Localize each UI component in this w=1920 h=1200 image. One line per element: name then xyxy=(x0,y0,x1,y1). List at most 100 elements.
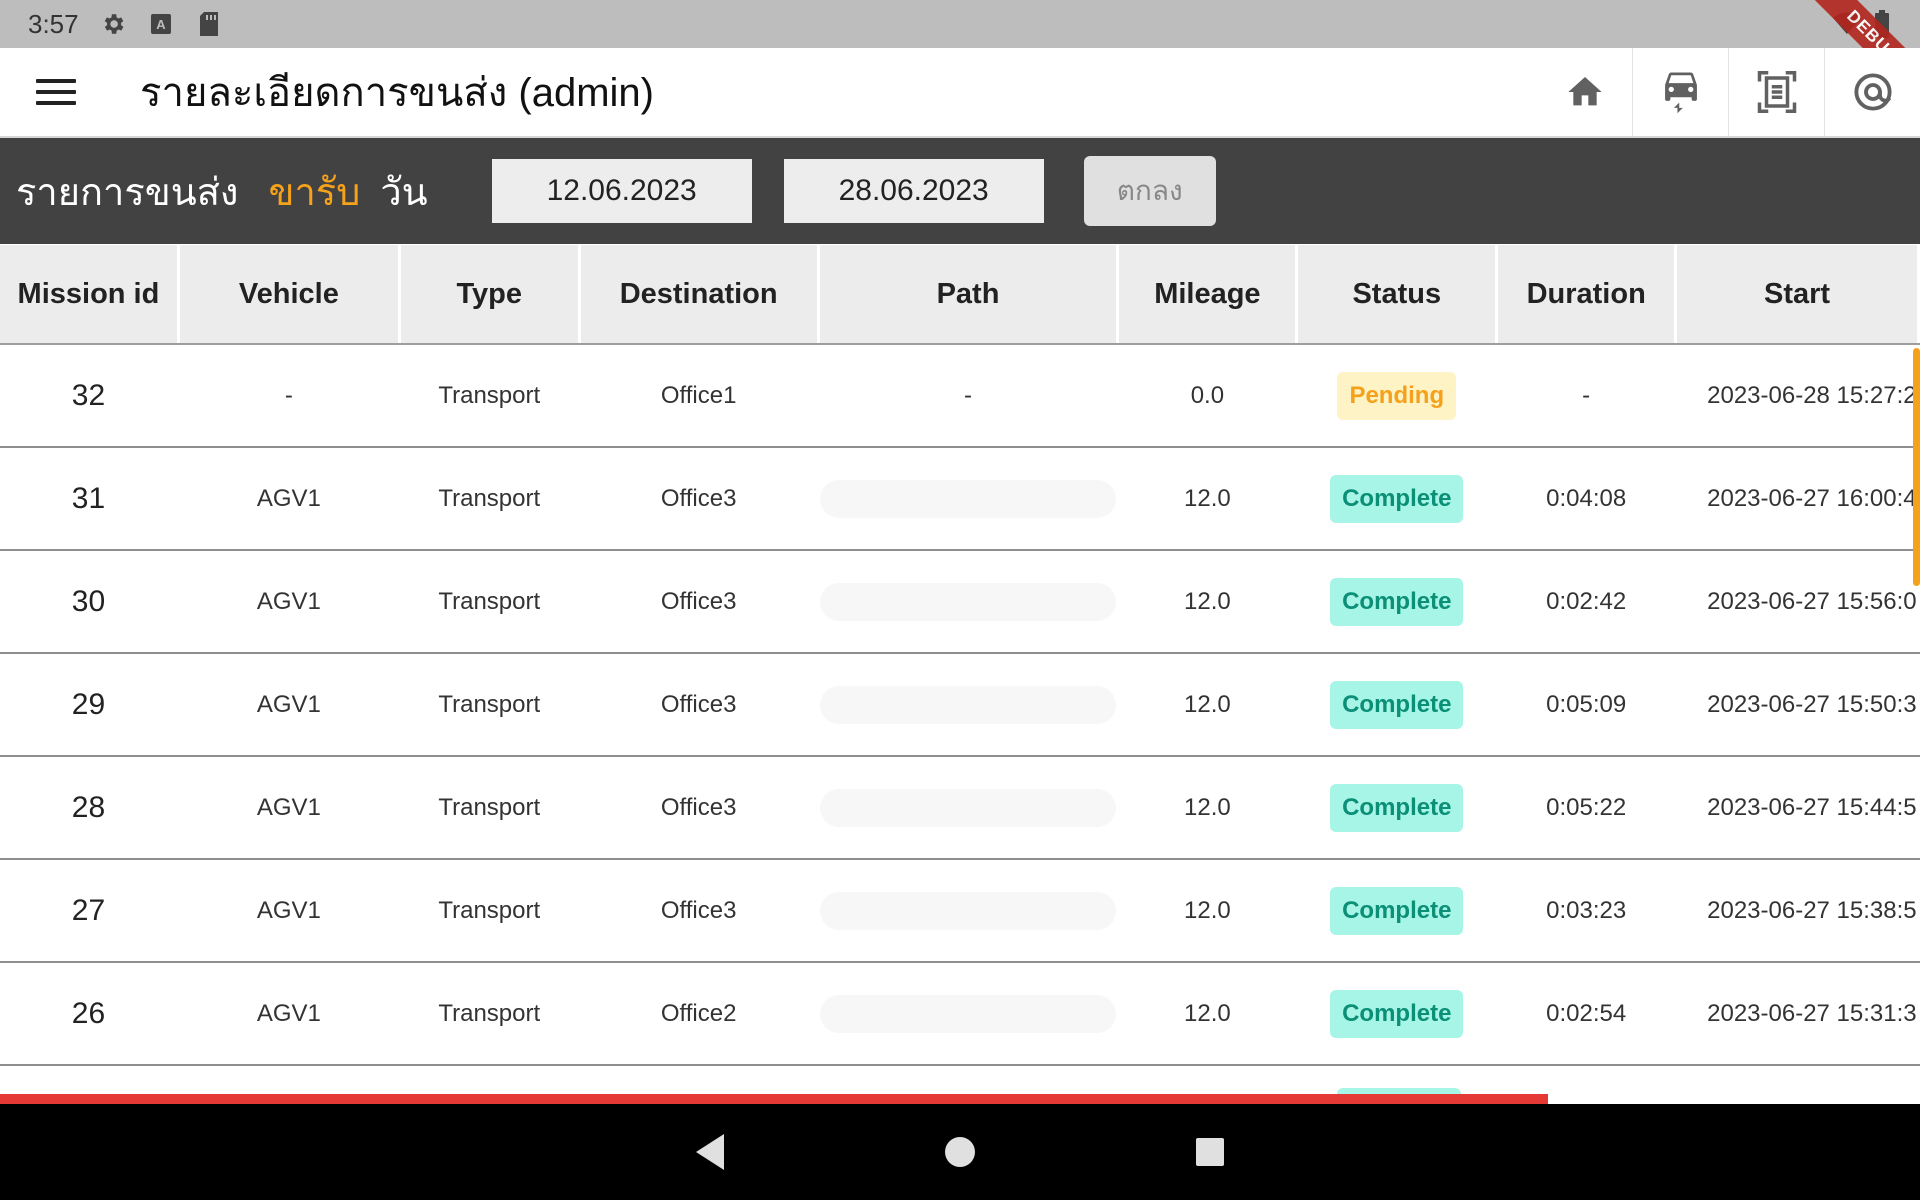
at-sign-icon[interactable] xyxy=(1824,48,1920,136)
table-row[interactable]: 27 AGV1 Transport Office3 12.0 Complete … xyxy=(0,860,1920,963)
cell-path xyxy=(819,860,1117,961)
horizontal-scrollbar[interactable] xyxy=(0,1094,1548,1104)
header-path[interactable]: Path xyxy=(819,245,1117,343)
cell-duration: 0:02:54 xyxy=(1546,999,1627,1027)
header-type[interactable]: Type xyxy=(400,245,578,343)
cell-mileage: 12.0 xyxy=(1184,793,1231,821)
table-row[interactable]: 31 AGV1 Transport Office3 12.0 Complete … xyxy=(0,448,1920,551)
header-status[interactable]: Status xyxy=(1298,245,1496,343)
missions-table: Mission id Vehicle Type Destination Path… xyxy=(0,245,1920,1066)
cell-type: Transport xyxy=(438,896,541,924)
path-preview xyxy=(819,891,1117,930)
cell-path xyxy=(819,551,1117,652)
cell-duration: 0:02:42 xyxy=(1546,587,1627,615)
cell-vehicle: AGV1 xyxy=(256,690,321,718)
path-preview xyxy=(819,582,1117,621)
cell-mission-id: 28 xyxy=(71,790,106,824)
cell-duration: 0:05:22 xyxy=(1546,793,1627,821)
home-icon[interactable] xyxy=(1537,48,1632,136)
page-title: รายละเอียดการขนส่ง (admin) xyxy=(140,71,654,115)
cell-mission-id: 29 xyxy=(71,687,106,721)
svg-text:A: A xyxy=(156,17,166,32)
cell-status: Complete xyxy=(1298,551,1495,652)
cell-destination: Office1 xyxy=(660,381,737,409)
cell-destination: Office2 xyxy=(660,999,737,1027)
ok-button[interactable]: ตกลง xyxy=(1083,156,1216,226)
cell-duration: 0:04:08 xyxy=(1546,484,1627,512)
cell-mission-id: 32 xyxy=(71,378,106,412)
table-row[interactable]: 32 - Transport Office1 - 0.0 Pending - 2… xyxy=(0,345,1920,448)
cell-path xyxy=(819,448,1117,549)
header-duration[interactable]: Duration xyxy=(1498,245,1675,343)
car-icon[interactable] xyxy=(1632,48,1728,136)
cell-mission-id: 26 xyxy=(71,996,106,1030)
cell-vehicle: AGV1 xyxy=(256,484,321,512)
cell-status: Complete xyxy=(1298,448,1495,549)
start-date-field[interactable]: 12.06.2023 xyxy=(491,159,752,223)
header-start[interactable]: Start xyxy=(1677,245,1917,343)
header-mileage[interactable]: Mileage xyxy=(1119,245,1296,343)
navigation-bar xyxy=(0,1104,1920,1200)
cell-destination: Office3 xyxy=(660,587,737,615)
cell-mileage: 12.0 xyxy=(1184,999,1231,1027)
a-box-icon: A xyxy=(147,10,175,38)
table-row[interactable]: 26 AGV1 Transport Office2 12.0 Complete … xyxy=(0,963,1920,1066)
status-badge: Complete xyxy=(1330,783,1464,832)
cell-start: 2023-06-27 15:38:56 xyxy=(1707,896,1918,924)
app-bar: รายละเอียดการขนส่ง (admin) xyxy=(0,48,1920,138)
cell-destination: Office3 xyxy=(660,896,737,924)
cell-vehicle: AGV1 xyxy=(256,896,321,924)
menu-icon[interactable] xyxy=(36,72,76,112)
cell-start: 2023-06-27 15:31:35 xyxy=(1707,999,1918,1027)
cell-mission-id: 27 xyxy=(71,893,106,927)
cell-mileage: 12.0 xyxy=(1184,690,1231,718)
cell-destination: Office3 xyxy=(660,793,737,821)
cell-path xyxy=(819,757,1117,858)
path-preview xyxy=(819,685,1117,724)
cell-path xyxy=(819,654,1117,755)
cell-mileage: 12.0 xyxy=(1184,484,1231,512)
cell-start: 2023-06-27 15:44:58 xyxy=(1707,793,1918,821)
table-row[interactable]: 30 AGV1 Transport Office3 12.0 Complete … xyxy=(0,551,1920,654)
filter-accent-label[interactable]: ขารับ xyxy=(268,161,360,222)
cell-duration: 0:05:09 xyxy=(1546,690,1627,718)
cell-start: 2023-06-28 15:27:29 xyxy=(1707,381,1918,409)
cell-path: - xyxy=(964,381,972,409)
end-date-field[interactable]: 28.06.2023 xyxy=(783,159,1044,223)
header-vehicle[interactable]: Vehicle xyxy=(179,245,398,343)
document-scan-icon[interactable] xyxy=(1728,48,1824,136)
cell-type: Transport xyxy=(438,381,541,409)
cell-path xyxy=(819,963,1117,1064)
cell-vehicle: AGV1 xyxy=(256,999,321,1027)
filter-day-label: วัน xyxy=(380,171,428,214)
table-row[interactable]: 29 AGV1 Transport Office3 12.0 Complete … xyxy=(0,654,1920,757)
cell-status: Complete xyxy=(1298,654,1495,755)
header-destination[interactable]: Destination xyxy=(580,245,817,343)
recents-icon[interactable] xyxy=(1180,1122,1240,1182)
cell-destination: Office3 xyxy=(660,690,737,718)
home-circle-icon[interactable] xyxy=(930,1122,990,1182)
header-mission-id[interactable]: Mission id xyxy=(0,245,177,343)
vertical-scrollbar[interactable] xyxy=(1913,348,1920,586)
cell-type: Transport xyxy=(438,587,541,615)
status-bar: 3:57 A DEBUG xyxy=(0,0,1920,115)
cell-start: 2023-06-27 15:56:09 xyxy=(1707,587,1918,615)
path-preview xyxy=(819,479,1117,518)
status-badge: Complete xyxy=(1330,680,1464,729)
status-badge: Pending xyxy=(1337,371,1457,420)
status-badge: Complete xyxy=(1330,474,1464,523)
cell-start: 2023-06-27 16:00:45 xyxy=(1707,484,1918,512)
cell-start: 2023-06-27 15:50:39 xyxy=(1707,690,1918,718)
back-icon[interactable] xyxy=(680,1122,740,1182)
cell-mileage: 0.0 xyxy=(1190,381,1225,409)
cell-vehicle: - xyxy=(284,381,293,409)
status-badge: Complete xyxy=(1330,577,1464,626)
cell-mission-id: 30 xyxy=(71,584,106,618)
cell-type: Transport xyxy=(438,793,541,821)
path-preview xyxy=(819,994,1117,1033)
sd-card-icon xyxy=(195,10,223,38)
cell-type: Transport xyxy=(438,999,541,1027)
cell-type: Transport xyxy=(438,484,541,512)
table-row[interactable]: 28 AGV1 Transport Office3 12.0 Complete … xyxy=(0,757,1920,860)
cell-mileage: 12.0 xyxy=(1184,896,1231,924)
